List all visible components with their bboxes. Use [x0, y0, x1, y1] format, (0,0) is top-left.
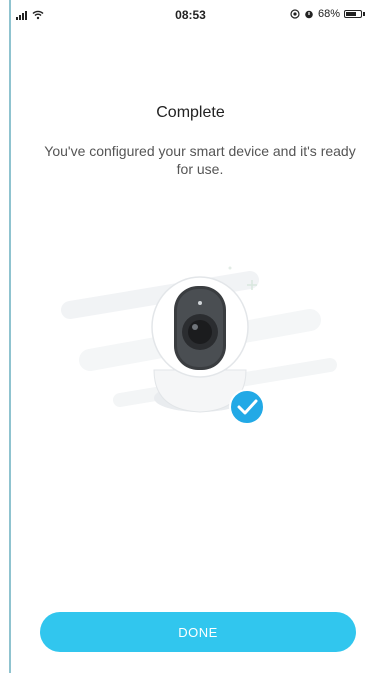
checkmark-icon [229, 389, 265, 425]
window-edge [9, 0, 11, 673]
done-button[interactable]: DONE [40, 612, 356, 652]
camera-icon [61, 266, 337, 413]
battery-icon [344, 10, 365, 18]
alarm-icon [305, 10, 313, 19]
status-bar: 08:53 68% [0, 0, 381, 28]
location-icon [290, 9, 300, 19]
setup-complete-screen: 08:53 68% Complete You've configured you… [0, 0, 381, 673]
page-title: Complete [156, 104, 225, 121]
completion-message: You've configured your smart device and … [44, 143, 356, 177]
battery-percentage: 68% [317, 8, 340, 20]
status-right-group: 68% [290, 8, 365, 20]
